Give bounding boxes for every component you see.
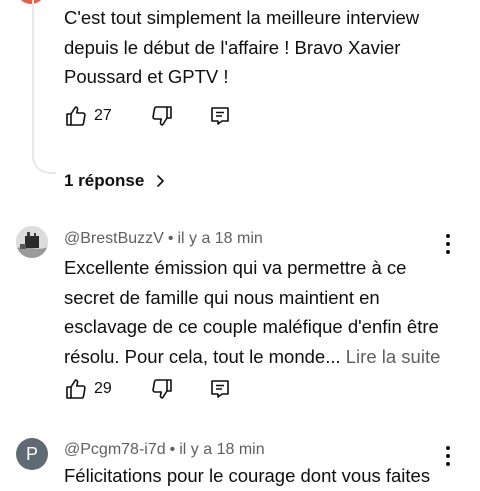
- thumbs-down-icon: [152, 106, 172, 126]
- reply-icon: [210, 107, 229, 125]
- reply-icon: [210, 380, 229, 398]
- reply-button[interactable]: [208, 104, 232, 128]
- meta-separator: •: [167, 230, 174, 247]
- comment-text-line: esclavage de ce couple maléfique d'enfin…: [64, 316, 439, 337]
- avatar[interactable]: [16, 0, 46, 4]
- like-count: 27: [94, 107, 112, 124]
- more-vert-icon: [446, 446, 450, 450]
- avatar[interactable]: [16, 226, 48, 258]
- like-button[interactable]: 29: [64, 377, 112, 401]
- like-count: 29: [94, 380, 112, 397]
- comment-text-line: secret de famille qui nous maintient en: [64, 286, 380, 308]
- thumbs-up-icon: [66, 106, 86, 126]
- comment-author[interactable]: @BrestBuzzV: [64, 230, 164, 247]
- avatar-image: [16, 226, 48, 258]
- comment-text: C'est tout simplement la meilleure inter…: [64, 3, 464, 92]
- comment-text-line: Excellente émission qui va permettre à c…: [64, 257, 407, 278]
- comment-meta: @BrestBuzzV • il y a 18 min: [64, 229, 263, 249]
- thread-connector: [32, 140, 56, 174]
- comment-text-line: Poussard et GPTV !: [64, 66, 229, 87]
- more-options-button[interactable]: [438, 234, 458, 254]
- comment-meta: @Pcgm78-i7d • il y a 18 min: [64, 440, 265, 460]
- comment-author[interactable]: @Pcgm78-i7d: [64, 441, 166, 458]
- avatar-letter: P: [25, 443, 38, 464]
- comment-text-line: Félicitations pour le courage dont vous …: [64, 465, 431, 486]
- comment-actions: 29: [64, 375, 232, 403]
- chevron-right-icon: [157, 175, 165, 187]
- thumbs-up-icon: [66, 379, 86, 399]
- more-vert-icon: [446, 234, 450, 238]
- comment-text-line: résolu. Pour cela, tout le monde... Lire…: [64, 342, 464, 372]
- read-more-link[interactable]: Lire la suite: [346, 346, 441, 367]
- avatar[interactable]: P: [16, 438, 48, 470]
- reply-button[interactable]: [208, 377, 232, 401]
- dislike-button[interactable]: [150, 377, 174, 401]
- comment-text: Excellente émission qui va permettre à c…: [64, 253, 464, 371]
- comment-actions: 27: [64, 102, 232, 130]
- comment-text-line-end: résolu. Pour cela, tout le monde...: [64, 345, 341, 367]
- view-replies-label: 1 réponse: [64, 171, 145, 190]
- comment-time: il y a 18 min: [177, 230, 263, 247]
- comment-text: Félicitations pour le courage dont vous …: [64, 461, 464, 491]
- thumbs-down-icon: [152, 379, 172, 399]
- view-replies-link[interactable]: 1 réponse: [64, 171, 168, 191]
- comment-text-line: depuis le début de l'affaire ! Bravo Xav…: [64, 36, 401, 58]
- meta-separator: •: [169, 441, 176, 458]
- like-button[interactable]: 27: [64, 104, 112, 128]
- comment-text-line: C'est tout simplement la meilleure inter…: [64, 7, 420, 28]
- dislike-button[interactable]: [150, 104, 174, 128]
- thread-line: [32, 0, 34, 160]
- comment-time: il y a 18 min: [179, 441, 265, 458]
